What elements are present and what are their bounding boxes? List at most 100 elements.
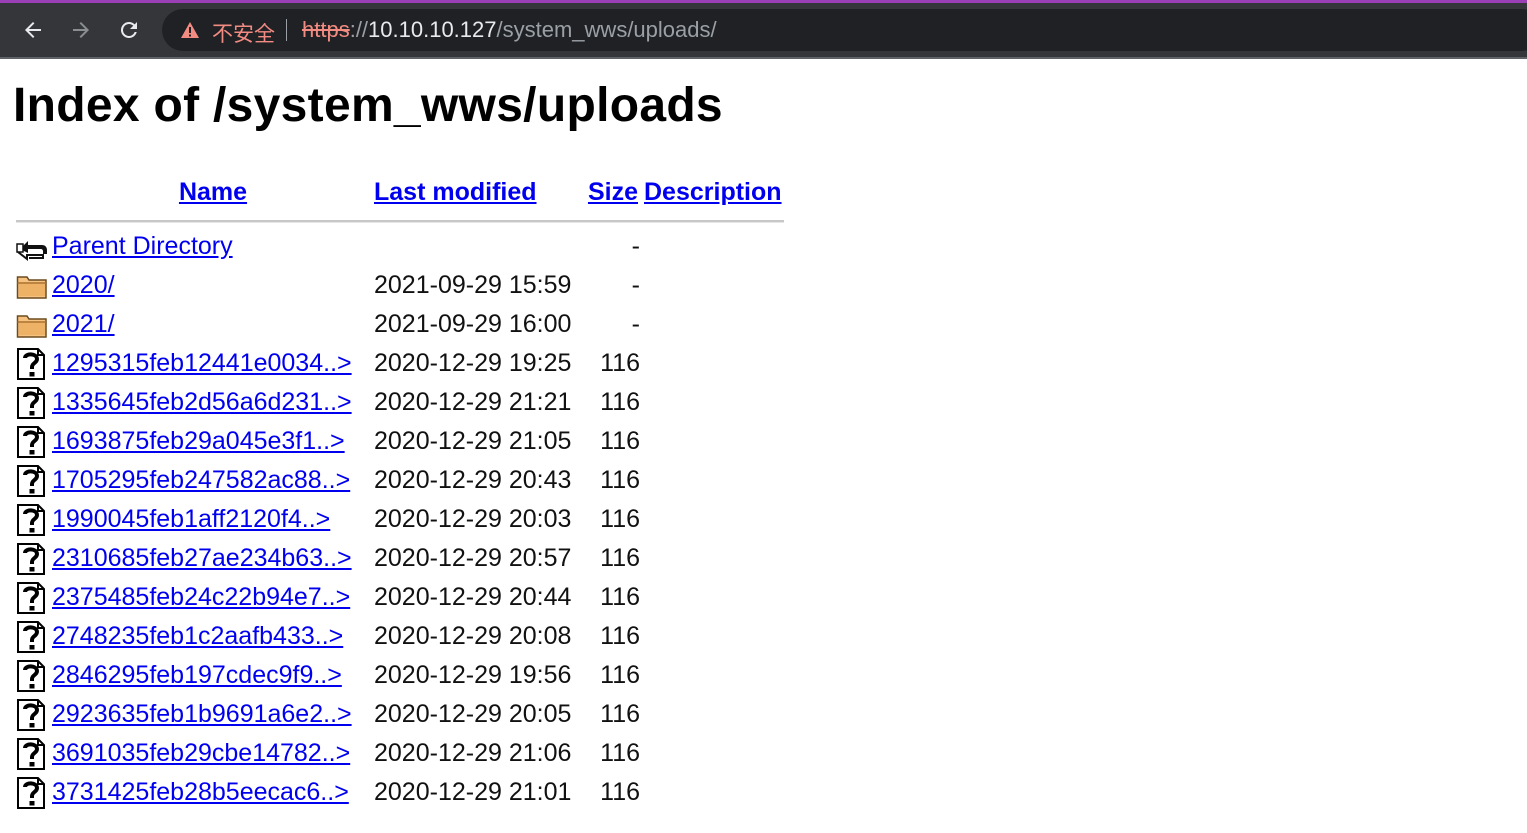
table-row: 3691035feb29cbe14782..> 2020-12-29 21:06… <box>16 734 784 773</box>
icon-cell <box>16 461 52 500</box>
name-cell: 2375485feb24c22b94e7..> <box>52 578 374 617</box>
size-cell: 116 <box>600 622 640 650</box>
entry-link[interactable]: 3691035feb29cbe14782..> <box>52 739 350 767</box>
back-button[interactable] <box>16 13 50 47</box>
entry-link[interactable]: 2748235feb1c2aafb433..> <box>52 622 343 650</box>
entry-link[interactable]: 2020/ <box>52 271 115 299</box>
icon-cell <box>16 578 52 617</box>
description-cell <box>644 422 784 461</box>
address-separator <box>286 19 287 41</box>
table-row: 1693875feb29a045e3f1..> 2020-12-29 21:05… <box>16 422 784 461</box>
description-cell <box>644 578 784 617</box>
table-row: 2375485feb24c22b94e7..> 2020-12-29 20:44… <box>16 578 784 617</box>
unknown-file-icon <box>17 737 45 770</box>
size-cell: 116 <box>600 388 640 416</box>
url-text[interactable]: https://10.10.10.127/system_wws/uploads/ <box>302 17 717 43</box>
entry-link[interactable]: 2846295feb197cdec9f9..> <box>52 661 342 689</box>
unknown-file-icon <box>17 659 45 692</box>
entry-link[interactable]: 2375485feb24c22b94e7..> <box>52 583 350 611</box>
entry-link[interactable]: 2310685feb27ae234b63..> <box>52 544 352 572</box>
description-cell <box>644 266 784 305</box>
entry-link[interactable]: 1295315feb12441e0034..> <box>52 349 352 377</box>
name-cell: 2846295feb197cdec9f9..> <box>52 656 374 695</box>
description-cell <box>644 539 784 578</box>
name-cell: 2021/ <box>52 305 374 344</box>
entry-link[interactable]: 2923635feb1b9691a6e2..> <box>52 700 352 728</box>
page-title: Index of /system_wws/uploads <box>13 79 723 132</box>
icon-cell <box>16 344 52 383</box>
icon-cell <box>16 656 52 695</box>
entry-link[interactable]: 3731425feb28b5eecac6..> <box>52 778 349 806</box>
description-cell <box>644 461 784 500</box>
sort-by-size-link[interactable]: Size <box>588 178 638 206</box>
entry-link[interactable]: Parent Directory <box>52 232 233 260</box>
size-cell: 116 <box>600 505 640 533</box>
table-row: 1335645feb2d56a6d231..> 2020-12-29 21:21… <box>16 383 784 422</box>
last-modified-cell: 2021-09-29 15:59 <box>374 271 572 299</box>
size-cell: 116 <box>600 700 640 728</box>
name-cell: 2748235feb1c2aafb433..> <box>52 617 374 656</box>
reload-button[interactable] <box>112 13 146 47</box>
description-cell <box>644 227 784 266</box>
icon-cell <box>16 500 52 539</box>
description-cell <box>644 305 784 344</box>
name-cell: 3731425feb28b5eecac6..> <box>52 773 374 812</box>
last-modified-cell: 2020-12-29 21:06 <box>374 739 572 767</box>
table-row: 1705295feb247582ac88..> 2020-12-29 20:43… <box>16 461 784 500</box>
table-row: 1295315feb12441e0034..> 2020-12-29 19:25… <box>16 344 784 383</box>
entry-link[interactable]: 1705295feb247582ac88..> <box>52 466 350 494</box>
unknown-file-icon <box>17 620 45 653</box>
table-row: 2748235feb1c2aafb433..> 2020-12-29 20:08… <box>16 617 784 656</box>
name-cell: Parent Directory <box>52 227 374 266</box>
unknown-file-icon <box>17 386 45 419</box>
unknown-file-icon <box>17 347 45 380</box>
size-cell: - <box>631 271 640 299</box>
name-cell: 2923635feb1b9691a6e2..> <box>52 695 374 734</box>
last-modified-cell: 2020-12-29 20:57 <box>374 544 572 572</box>
description-cell <box>644 656 784 695</box>
entry-link[interactable]: 2021/ <box>52 310 115 338</box>
header-row: Name Last modified Size Description <box>16 169 784 215</box>
description-cell <box>644 500 784 539</box>
icon-cell <box>16 305 52 344</box>
table-row: 2310685feb27ae234b63..> 2020-12-29 20:57… <box>16 539 784 578</box>
unknown-file-icon <box>17 698 45 731</box>
icon-cell <box>16 383 52 422</box>
name-cell: 1705295feb247582ac88..> <box>52 461 374 500</box>
size-cell: 116 <box>600 544 640 572</box>
toolbar-divider <box>0 57 1527 59</box>
icon-cell <box>16 695 52 734</box>
entry-link[interactable]: 1990045feb1aff2120f4..> <box>52 505 330 533</box>
table-row: 2846295feb197cdec9f9..> 2020-12-29 19:56… <box>16 656 784 695</box>
description-cell <box>644 773 784 812</box>
size-cell: - <box>631 232 640 260</box>
last-modified-cell: 2020-12-29 21:21 <box>374 388 572 416</box>
sort-by-name-link[interactable]: Name <box>179 178 247 206</box>
last-modified-header: Last modified <box>374 169 582 215</box>
entry-link[interactable]: 1335645feb2d56a6d231..> <box>52 388 352 416</box>
arrow-left-icon <box>25 22 41 38</box>
name-cell: 1295315feb12441e0034..> <box>52 344 374 383</box>
url-path: /system_wws/uploads/ <box>496 17 717 42</box>
size-cell: 116 <box>600 583 640 611</box>
description-cell <box>644 734 784 773</box>
last-modified-cell: 2020-12-29 21:05 <box>374 427 572 455</box>
header-separator-cell <box>16 215 784 227</box>
address-bar[interactable]: 不安全 https://10.10.10.127/system_wws/uplo… <box>162 9 1527 51</box>
browser-toolbar: 不安全 https://10.10.10.127/system_wws/uplo… <box>0 3 1527 57</box>
last-modified-cell: 2020-12-29 20:44 <box>374 583 572 611</box>
unknown-file-icon <box>17 464 45 497</box>
page-content: Index of /system_wws/uploads Name Last m… <box>13 60 1413 812</box>
forward-button[interactable] <box>64 13 98 47</box>
sort-by-last-modified-link[interactable]: Last modified <box>374 178 537 206</box>
sort-by-description-link[interactable]: Description <box>644 178 782 206</box>
last-modified-cell: 2021-09-29 16:00 <box>374 310 572 338</box>
last-modified-cell: 2020-12-29 19:56 <box>374 661 572 689</box>
not-secure-label[interactable]: 不安全 <box>212 18 275 48</box>
arrow-right-icon <box>73 22 89 38</box>
entry-link[interactable]: 1693875feb29a045e3f1..> <box>52 427 345 455</box>
folder-icon <box>16 275 47 299</box>
reload-icon <box>120 21 137 38</box>
description-cell <box>644 617 784 656</box>
size-header: Size <box>582 169 644 215</box>
